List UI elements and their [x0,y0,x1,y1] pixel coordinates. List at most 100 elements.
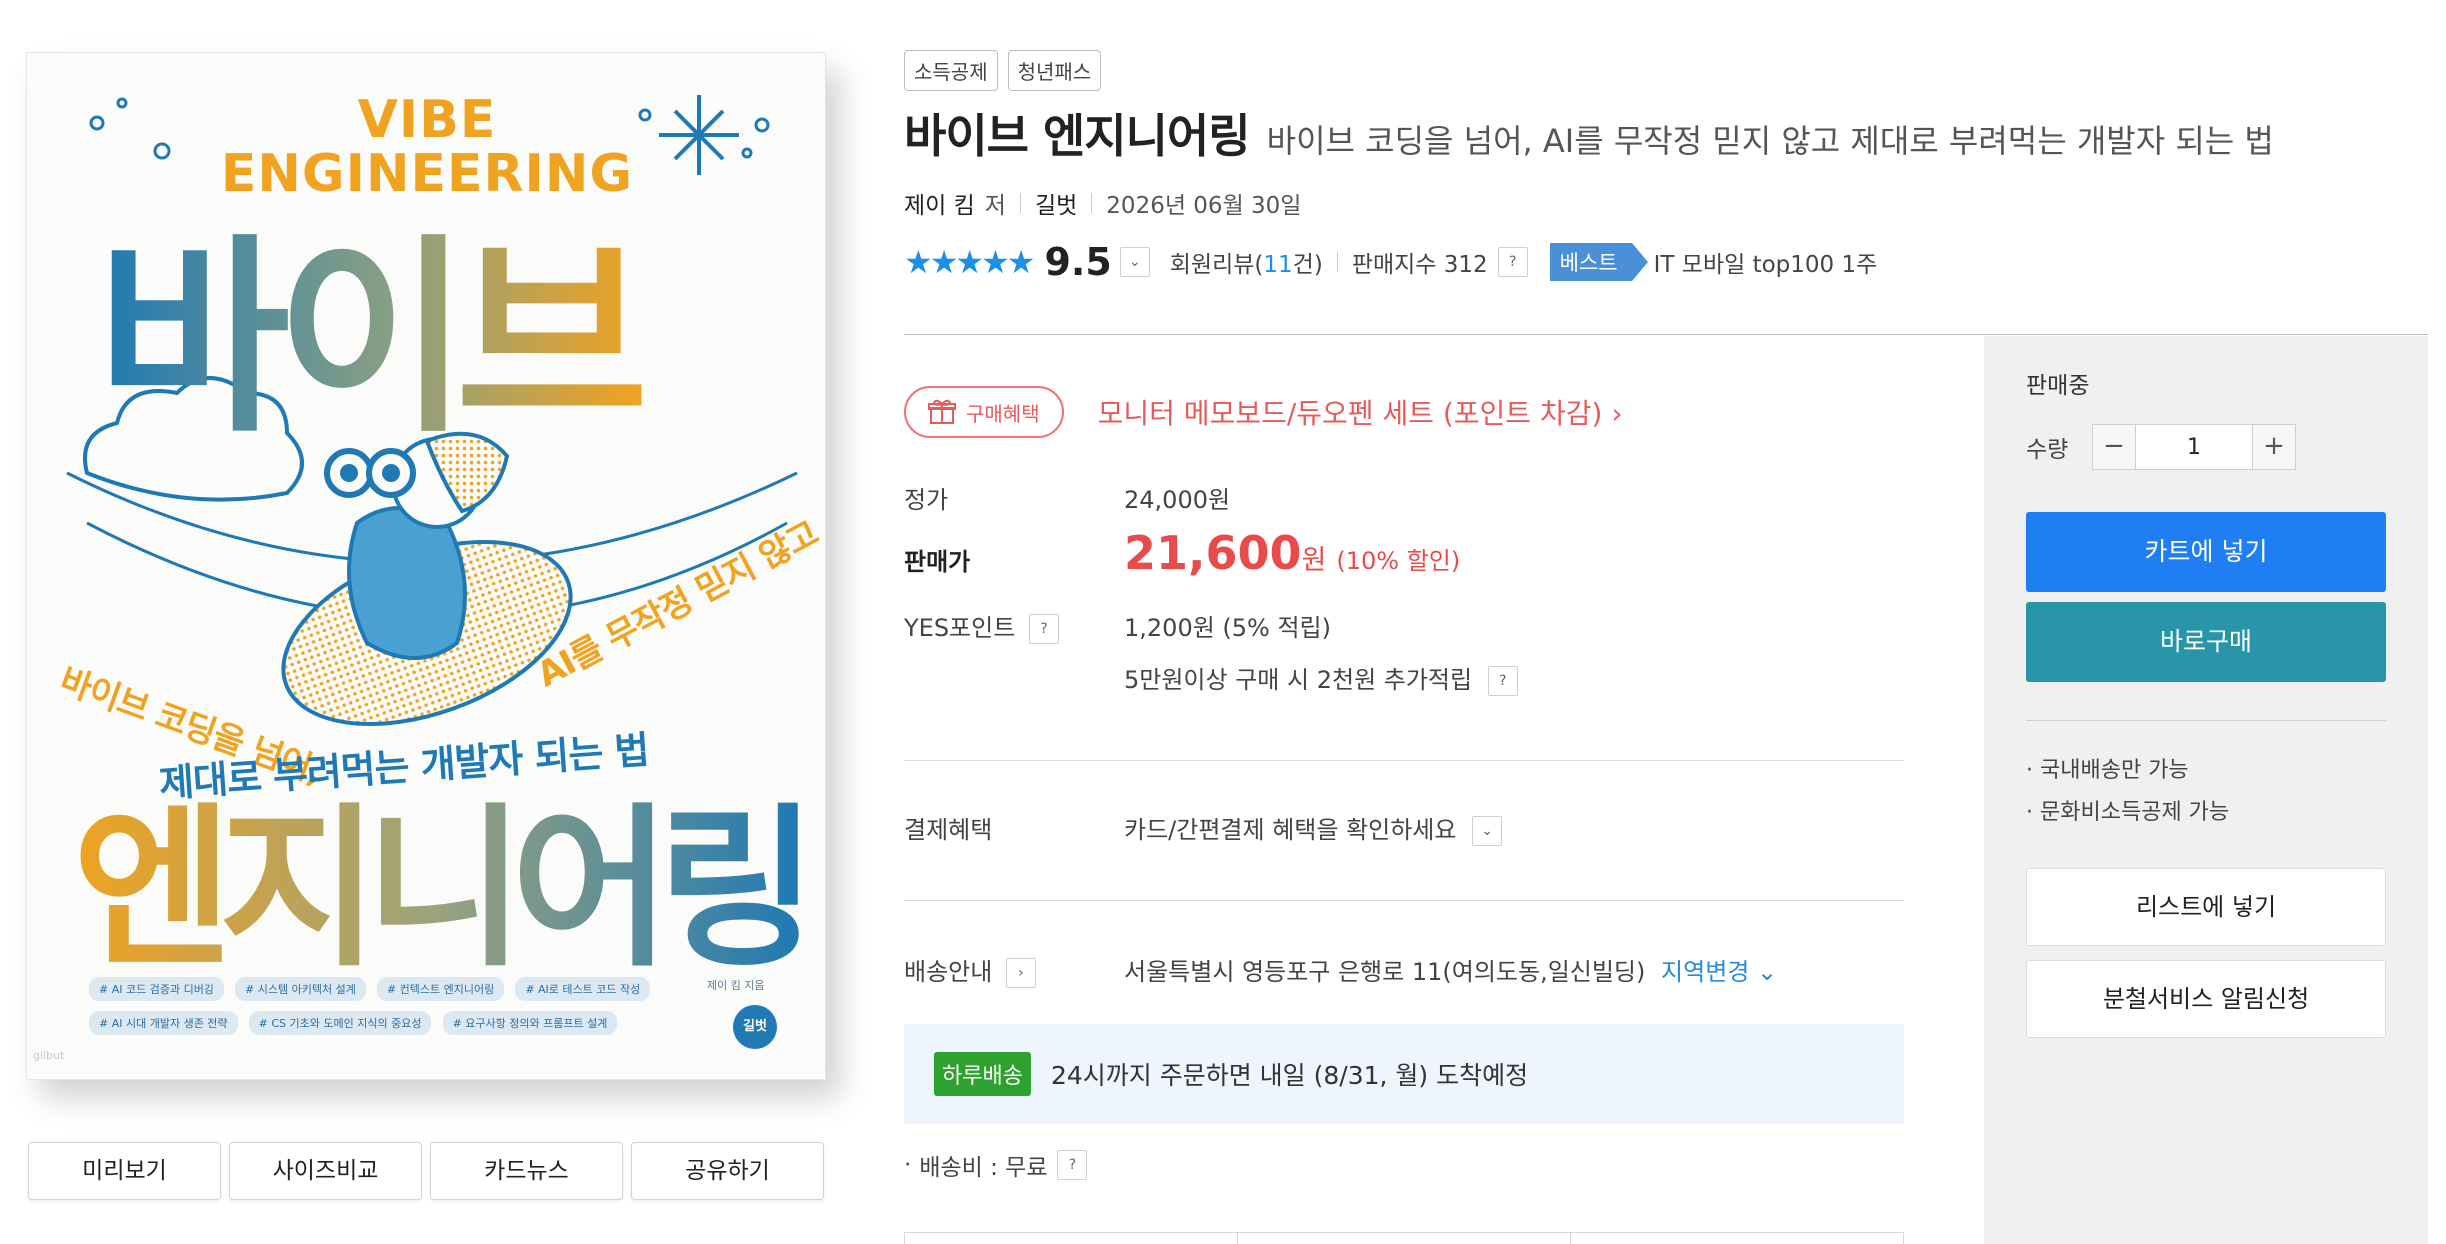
book-cover-image[interactable]: VIBE ENGINEERING 바이브 바이브 코딩을 넘어, AI를 무작정… [26,52,826,1080]
publisher-link[interactable]: 길벗 [1035,186,1077,220]
cover-tag: # 요구사항 정의와 프롬프트 설계 [442,1011,618,1035]
youth-pass-badge: 청년패스 [1007,50,1102,91]
best-badge: 베스트 [1549,243,1648,281]
quantity-plus-button[interactable]: + [2252,424,2296,470]
purchase-benefit-label: 구매혜택 [966,401,1040,426]
help-icon[interactable]: ? [1487,666,1518,696]
yes-point-label-row: YES포인트 ? [904,608,1059,644]
section-divider [904,334,2428,335]
cover-tag-list: # AI 코드 검증과 디버깅 # 시스템 아키텍처 설계 # 컨텍스트 엔지니… [89,977,709,1045]
cover-author: 제이 킴 지음 [707,979,765,992]
shipping-label-row: 배송안내 › [904,952,1036,988]
product-meta: 제이 킴 저 길벗 2026년 06월 30일 [904,186,1301,220]
svg-text:바이브: 바이브 [97,216,641,441]
note-item: · 문화비소득공제 가능 [2026,800,2230,825]
cover-publisher-logo: 길벗 [733,1005,777,1049]
payment-benefit-row[interactable]: 카드/간편결제 혜택을 확인하세요 ⌄ [1124,810,1503,846]
help-icon[interactable]: ? [1057,1150,1088,1180]
delivery-eta-box: 하루배송 24시까지 주문하면 내일 (8/31, 월) 도착예정 [904,1024,1904,1124]
sale-price-unit: 원 [1301,545,1327,576]
product-title-line: 바이브 엔지니어링 바이브 코딩을 넘어, AI를 무작정 믿지 않고 제대로 … [904,100,2274,166]
note-item: · 국내배송만 가능 [2026,758,2189,783]
publish-date: 2026년 06월 30일 [1106,193,1302,219]
help-icon[interactable]: ? [1497,247,1528,277]
buy-now-button[interactable]: 바로구매 [2026,602,2386,682]
purchase-benefit-row: 구매혜택 모니터 메모보드/듀오펜 세트 (포인트 차감) › [904,386,1623,438]
quantity-input[interactable]: 1 [2136,424,2252,470]
product-subtitle: 바이브 코딩을 넘어, AI를 무작정 믿지 않고 제대로 부려먹는 개발자 되… [1266,122,2274,160]
add-to-cart-button[interactable]: 카트에 넣기 [2026,512,2386,592]
cover-korean-title-bottom: 엔지니어링 [73,788,813,973]
change-region-link[interactable]: 지역변경 ⌄ [1661,958,1777,986]
purchase-benefit-link[interactable]: 모니터 메모보드/듀오펜 세트 (포인트 차감) › [1098,392,1623,432]
payment-benefit-text: 카드/간편결제 혜택을 확인하세요 [1124,816,1457,844]
cover-tag: # CS 기초와 도메인 지식의 중요성 [248,1011,432,1035]
cover-korean-title-top: 바이브 [97,216,655,441]
rating-divider [1336,252,1338,272]
panel-divider [2026,720,2386,721]
shipping-fee: 배송비 : 무료 [919,1155,1048,1181]
cover-tag: # AI로 테스트 코드 작성 [515,977,651,1001]
domestic-only-note: 국내배송만 가능 [2040,758,2189,783]
share-button[interactable]: 공유하기 [631,1142,824,1200]
sale-price-label: 판매가 [904,548,971,576]
shipping-address: 서울특별시 영등포구 은행로 11(여의도동,일신빌딩) [1124,958,1646,986]
preview-button[interactable]: 미리보기 [28,1142,221,1200]
review-label-end: 건) [1292,252,1323,278]
purchase-benefit-text: 모니터 메모보드/듀오펜 세트 (포인트 차감) [1097,397,1603,430]
delivery-eta-text: 24시까지 주문하면 내일 (8/31, 월) 도착예정 [1050,1061,1529,1090]
purchase-benefit-pill[interactable]: 구매혜택 [904,386,1064,438]
card-news-button[interactable]: 카드뉴스 [430,1142,623,1200]
shipping-label: 배송안내 [904,958,993,986]
change-region-label: 지역변경 [1661,958,1750,986]
tab-slot[interactable] [905,1233,1238,1244]
cover-tag: # 컨텍스트 엔지니어링 [376,977,505,1001]
svg-text:엔지니어링: 엔지니어링 [73,788,803,973]
product-title: 바이브 엔지니어링 [904,109,1251,163]
star-rating-icon: ★★★★★ [904,243,1035,281]
review-label: 회원리뷰( [1169,252,1264,278]
review-count: 11 [1263,252,1293,278]
quantity-stepper: − 1 + [2092,424,2296,470]
shipping-fee-row: · 배송비 : 무료 ? [904,1148,1088,1182]
list-price-value: 24,000원 [1124,486,1231,514]
payment-benefit-label: 결제혜택 [904,816,993,844]
author-suffix: 저 [984,193,1006,219]
sale-price-value: 21,600 [1124,526,1302,580]
one-day-delivery-badge: 하루배송 [934,1052,1031,1096]
chevron-right-icon: › [1611,397,1623,430]
section-divider [904,900,1904,901]
tab-slot[interactable] [1571,1233,1903,1244]
cover-action-buttons: 미리보기 사이즈비교 카드뉴스 공유하기 [28,1142,824,1200]
sales-index: 판매지수 312 [1351,252,1488,278]
cover-english-title-line1: VIBE [357,90,497,150]
income-deduction-badge: 소득공제 [904,50,998,91]
best-rank-link[interactable]: IT 모바일 top100 1주 [1654,245,1878,279]
review-link[interactable]: 회원리뷰(11건) [1170,245,1323,279]
quantity-minus-button[interactable]: − [2092,424,2136,470]
chevron-right-icon[interactable]: › [1005,958,1036,988]
chevron-down-icon[interactable]: ⌄ [1119,247,1150,277]
discount-rate: (10% 할인) [1336,547,1461,575]
sale-price: 21,600원 (10% 할인) [1124,526,1460,580]
yes-point-extra: 5만원이상 구매 시 2천원 추가적립 [1124,666,1473,694]
tab-slot[interactable] [1238,1233,1571,1244]
sale-status: 판매중 [2026,373,2090,399]
product-badges: 소득공제 청년패스 [904,50,1102,91]
bottom-tab-strip [904,1232,1904,1244]
cover-publisher-small: gilbut [33,1049,65,1062]
size-compare-button[interactable]: 사이즈비교 [229,1142,422,1200]
author-link[interactable]: 제이 킴 [904,186,975,220]
cover-tag: # AI 코드 검증과 디버깅 [89,977,224,1001]
meta-divider [1019,193,1021,213]
help-icon[interactable]: ? [1028,614,1059,644]
split-service-alert-button[interactable]: 분철서비스 알림신청 [2026,960,2386,1038]
purchase-panel: 판매중 수량 − 1 + 카트에 넣기 바로구매 · 국내배송만 가능 · 문화… [1984,336,2428,1244]
cover-tag: # AI 시대 개발자 생존 전략 [89,1011,238,1035]
yes-point-value: 1,200원 (5% 적립) [1124,614,1332,642]
section-divider [904,760,1904,761]
meta-divider [1091,193,1093,213]
chevron-down-icon[interactable]: ⌄ [1472,816,1503,846]
add-to-list-button[interactable]: 리스트에 넣기 [2026,868,2386,946]
cover-english-title-line2: ENGINEERING [220,144,634,204]
